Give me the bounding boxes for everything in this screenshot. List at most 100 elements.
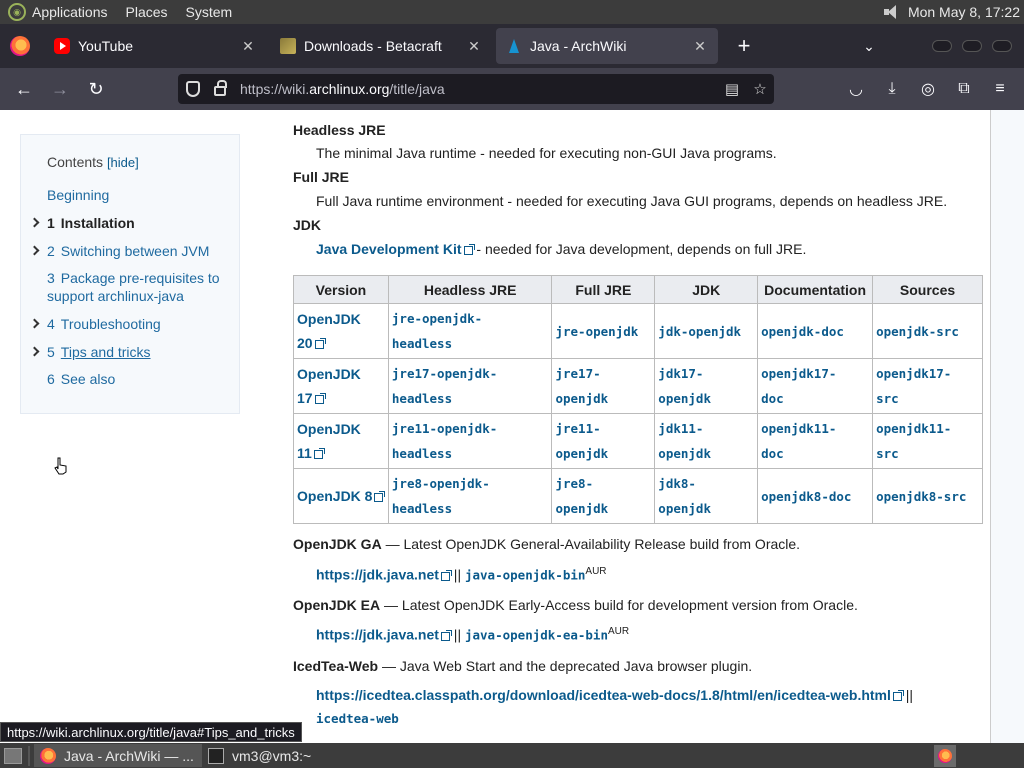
package-link[interactable]: jdk8- bbox=[658, 476, 696, 491]
tab-list-chevron-icon[interactable]: ⌄ bbox=[854, 38, 884, 55]
close-window-button[interactable] bbox=[992, 40, 1012, 52]
reader-view-icon[interactable]: ▤ bbox=[718, 80, 746, 98]
package-link[interactable]: openjdk17- bbox=[876, 366, 951, 381]
package-link[interactable]: icedtea-web bbox=[316, 711, 399, 726]
maximize-button[interactable] bbox=[962, 40, 982, 52]
tab-close-icon[interactable]: ✕ bbox=[692, 38, 708, 55]
gnome-logo-icon[interactable]: ◉ bbox=[8, 3, 26, 21]
toc-item-see-also[interactable]: 6 See also bbox=[47, 370, 115, 388]
package-link[interactable]: jdk11- bbox=[658, 421, 703, 436]
package-cell: openjdk17- doc bbox=[757, 358, 874, 414]
package-link[interactable]: jdk17- bbox=[658, 366, 703, 381]
account-icon[interactable]: ◎ bbox=[910, 79, 946, 99]
version-link[interactable]: 11 bbox=[297, 445, 312, 461]
package-link[interactable]: openjdk11- bbox=[876, 421, 951, 436]
show-desktop-icon[interactable] bbox=[4, 747, 22, 764]
toc-item-beginning[interactable]: Beginning bbox=[47, 186, 109, 204]
expand-chevron-icon[interactable] bbox=[29, 217, 40, 228]
package-link[interactable]: jre11-openjdk- bbox=[392, 421, 497, 436]
package-link[interactable]: jre-openjdk- bbox=[392, 311, 482, 326]
toc-item-switching[interactable]: 2 Switching between JVM bbox=[29, 242, 209, 260]
package-link[interactable]: openjdk bbox=[658, 391, 711, 406]
icedtea-docs-link[interactable]: https://icedtea.classpath.org/download/i… bbox=[316, 687, 891, 703]
package-link[interactable]: src bbox=[876, 446, 899, 461]
tab-youtube[interactable]: YouTube ✕ bbox=[44, 28, 266, 64]
jdk-packages-table: Version Headless JRE Full JRE JDK Docume… bbox=[293, 275, 983, 524]
version-link[interactable]: 17 bbox=[297, 390, 313, 406]
version-link[interactable]: OpenJDK bbox=[297, 311, 361, 327]
menu-hamburger-icon[interactable]: ≡ bbox=[982, 80, 1018, 98]
package-link[interactable]: headless bbox=[392, 391, 452, 406]
package-link[interactable]: openjdk bbox=[555, 501, 608, 516]
package-link[interactable]: openjdk bbox=[658, 501, 711, 516]
package-link[interactable]: jdk-openjdk bbox=[658, 324, 741, 339]
package-link[interactable]: openjdk8-src bbox=[876, 489, 966, 504]
extensions-icon[interactable]: ⧉ bbox=[946, 80, 982, 98]
version-link[interactable]: OpenJDK bbox=[297, 421, 361, 437]
package-link[interactable]: openjdk-src bbox=[876, 324, 959, 339]
version-cell: OpenJDK 11 bbox=[293, 413, 389, 469]
jdk-java-net-link[interactable]: https://jdk.java.net bbox=[316, 627, 439, 643]
lock-icon[interactable] bbox=[214, 80, 227, 96]
tracking-shield-icon[interactable] bbox=[186, 81, 200, 97]
package-link[interactable]: jre8-openjdk- bbox=[392, 476, 490, 491]
package-link[interactable]: doc bbox=[761, 446, 784, 461]
aur-package-link[interactable]: java-openjdk-bin bbox=[465, 568, 585, 583]
toc-item-prerequisites[interactable]: 3 Package pre-requisites to bbox=[47, 269, 220, 287]
menu-applications[interactable]: Applications bbox=[32, 4, 108, 20]
clock[interactable]: Mon May 8, 17:22 bbox=[908, 4, 1020, 20]
expand-chevron-icon[interactable] bbox=[29, 346, 40, 357]
tab-close-icon[interactable]: ✕ bbox=[466, 38, 482, 55]
package-link[interactable]: headless bbox=[392, 336, 452, 351]
package-link[interactable]: openjdk8-doc bbox=[761, 489, 851, 504]
url-bar[interactable]: https://wiki.archlinux.org/title/java ▤ … bbox=[178, 74, 774, 104]
expand-chevron-icon[interactable] bbox=[29, 318, 40, 329]
package-link[interactable]: openjdk bbox=[555, 446, 608, 461]
pocket-icon[interactable]: ◡ bbox=[838, 79, 874, 99]
bookmark-star-icon[interactable]: ☆ bbox=[746, 80, 774, 98]
taskbar-item-terminal[interactable]: vm3@vm3:~ bbox=[202, 744, 370, 767]
menu-places[interactable]: Places bbox=[126, 4, 168, 20]
toc-item-prerequisites-cont[interactable]: support archlinux-java bbox=[47, 287, 184, 305]
version-link[interactable]: OpenJDK 8 bbox=[297, 488, 372, 504]
new-tab-button[interactable]: + bbox=[728, 33, 760, 59]
toc-item-tips[interactable]: 5 Tips and tricks bbox=[29, 343, 151, 361]
reload-icon[interactable]: ↻ bbox=[78, 79, 114, 100]
url-text[interactable]: https://wiki.archlinux.org/title/java bbox=[240, 81, 718, 97]
package-link[interactable]: headless bbox=[392, 446, 452, 461]
firefox-view-icon[interactable] bbox=[10, 36, 30, 56]
package-link[interactable]: jre17-openjdk- bbox=[392, 366, 497, 381]
jdk-link[interactable]: Java Development Kit bbox=[316, 241, 462, 257]
package-link[interactable]: openjdk bbox=[555, 391, 608, 406]
package-link[interactable]: doc bbox=[761, 391, 784, 406]
package-link[interactable]: jre11- bbox=[555, 421, 600, 436]
tab-close-icon[interactable]: ✕ bbox=[240, 38, 256, 55]
toc-item-installation[interactable]: 1 Installation bbox=[29, 214, 135, 232]
package-link[interactable]: jre8- bbox=[555, 476, 593, 491]
back-arrow-icon[interactable]: ← bbox=[6, 79, 42, 100]
version-link[interactable]: OpenJDK bbox=[297, 366, 361, 382]
minimize-button[interactable] bbox=[932, 40, 952, 52]
jdk-java-net-link[interactable]: https://jdk.java.net bbox=[316, 567, 439, 583]
forward-arrow-icon[interactable]: → bbox=[42, 79, 78, 100]
taskbar-item-firefox[interactable]: Java - ArchWiki — ... bbox=[34, 744, 202, 767]
package-link[interactable]: jre-openjdk bbox=[555, 324, 638, 339]
package-link[interactable]: jre17- bbox=[555, 366, 600, 381]
aur-package-link[interactable]: java-openjdk-ea-bin bbox=[465, 628, 608, 643]
package-link[interactable]: headless bbox=[392, 501, 452, 516]
toc-item-troubleshooting[interactable]: 4 Troubleshooting bbox=[29, 315, 161, 333]
expand-chevron-icon[interactable] bbox=[29, 245, 40, 256]
menu-system[interactable]: System bbox=[186, 4, 233, 20]
tab-betacraft[interactable]: Downloads - Betacraft ✕ bbox=[270, 28, 492, 64]
package-link[interactable]: src bbox=[876, 391, 899, 406]
version-link[interactable]: 20 bbox=[297, 335, 313, 351]
volume-icon[interactable] bbox=[882, 4, 900, 20]
workspace-switcher[interactable] bbox=[934, 744, 956, 767]
package-link[interactable]: openjdk11- bbox=[761, 421, 836, 436]
package-link[interactable]: openjdk bbox=[658, 446, 711, 461]
toc-hide-link[interactable]: [hide] bbox=[107, 155, 139, 170]
package-link[interactable]: openjdk17- bbox=[761, 366, 836, 381]
downloads-icon[interactable]: ⤓ bbox=[874, 80, 910, 98]
package-link[interactable]: openjdk-doc bbox=[761, 324, 844, 339]
tab-archwiki[interactable]: Java - ArchWiki ✕ bbox=[496, 28, 718, 64]
